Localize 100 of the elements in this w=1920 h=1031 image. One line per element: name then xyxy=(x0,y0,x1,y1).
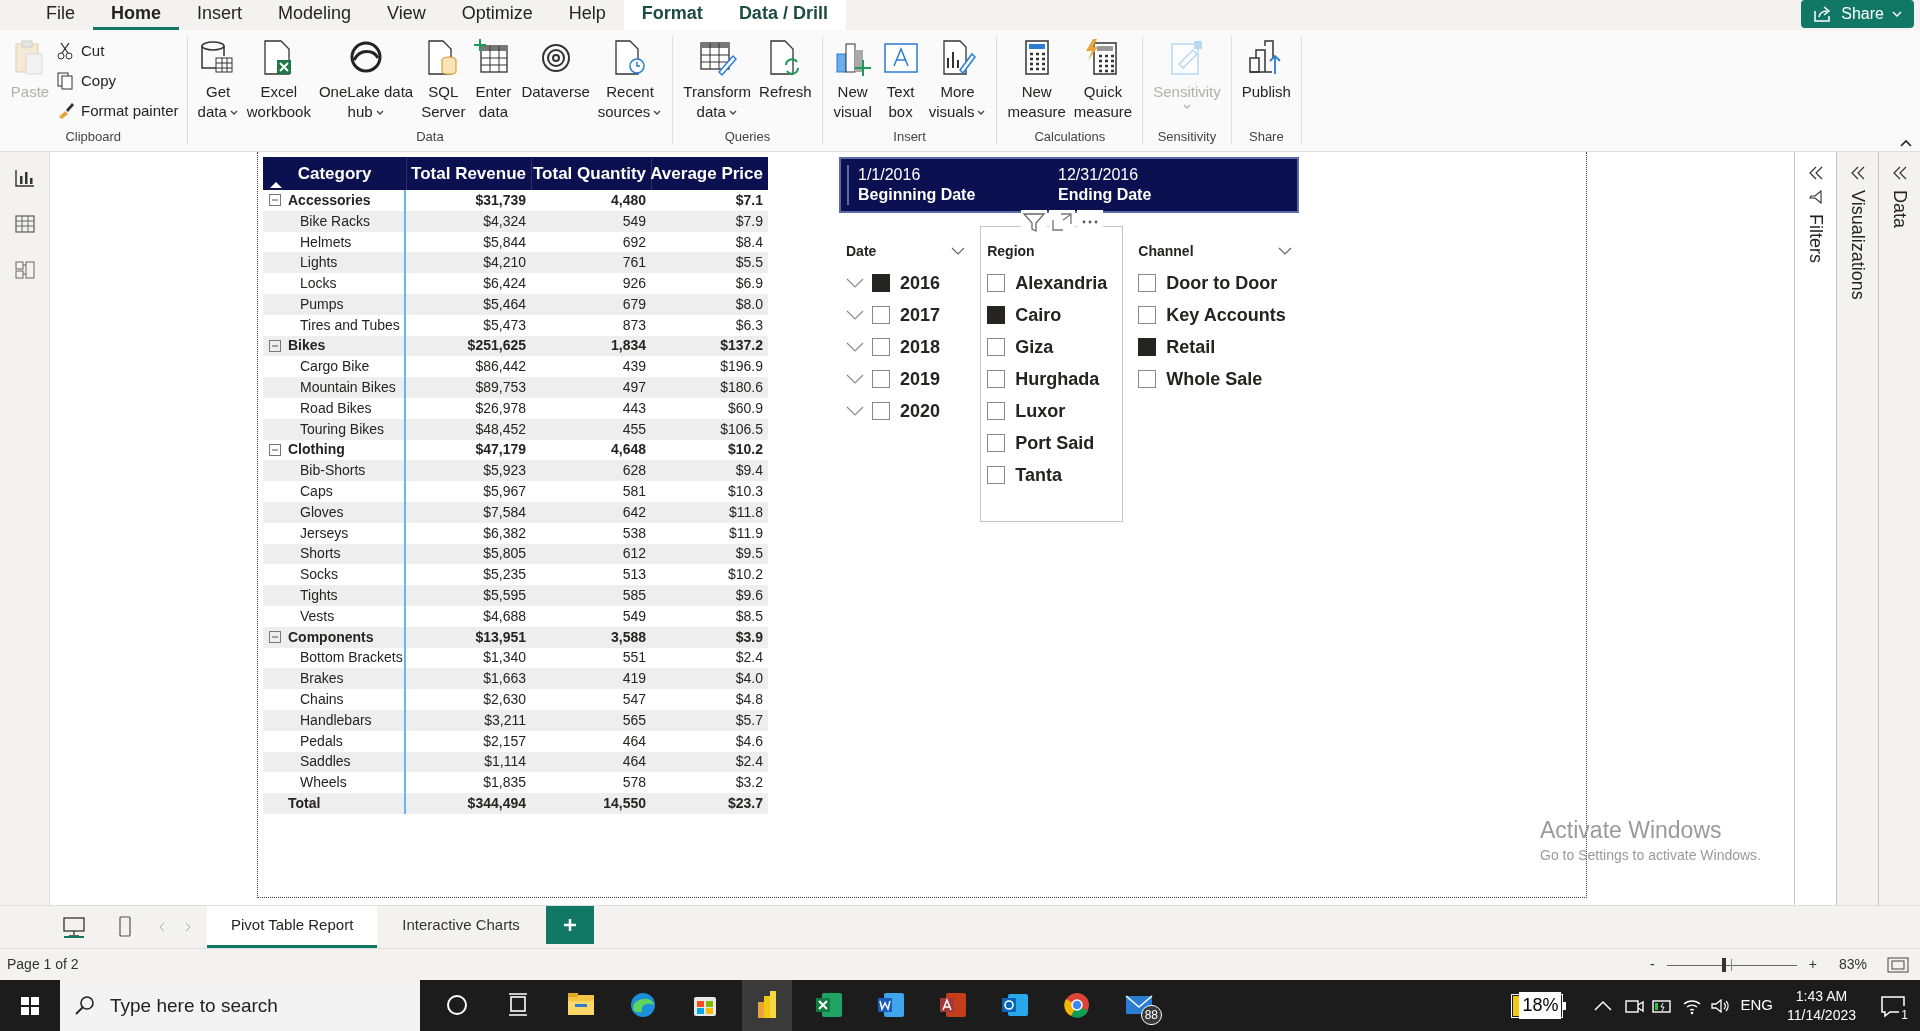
ribbon-button[interactable]: Publish xyxy=(1237,36,1295,102)
chevron-down-icon[interactable] xyxy=(846,405,864,417)
slicer-item-label[interactable]: Whole Sale xyxy=(1166,365,1263,393)
slicer-item-label[interactable]: Port Said xyxy=(1015,429,1095,457)
ribbon-button[interactable]: Format painter xyxy=(54,98,181,124)
checkbox[interactable] xyxy=(987,338,1006,356)
checkbox[interactable] xyxy=(1138,306,1157,324)
zoom-in-button[interactable]: + xyxy=(1802,954,1823,975)
menu-tab[interactable]: Help xyxy=(550,0,624,30)
checkbox[interactable] xyxy=(987,274,1006,292)
slicer-item-label[interactable]: Retail xyxy=(1166,333,1216,361)
ribbon-button[interactable]: Recent sources xyxy=(593,36,667,122)
share-button[interactable]: Share xyxy=(1801,0,1914,28)
slicer-item-label[interactable]: Luxor xyxy=(1015,397,1066,425)
ribbon-button[interactable]: New measure xyxy=(1003,36,1070,122)
checkbox[interactable] xyxy=(1138,338,1157,356)
slicer-item-label[interactable]: Hurghada xyxy=(1015,365,1100,393)
ribbon-button[interactable]: OneLake data hub xyxy=(314,36,418,122)
table-cell-text: 419 xyxy=(621,669,647,689)
chevron-down-icon[interactable] xyxy=(846,341,864,353)
desktop-layout-icon[interactable] xyxy=(62,916,86,938)
phone-layout-icon[interactable] xyxy=(118,916,132,938)
notification-icon[interactable] xyxy=(1880,993,1906,1018)
ribbon-button[interactable]: Text box xyxy=(876,36,925,122)
report-view-icon[interactable] xyxy=(13,168,36,188)
menu-tab[interactable]: Modeling xyxy=(260,0,370,30)
checkbox[interactable] xyxy=(1138,370,1157,388)
speaker-icon[interactable] xyxy=(1710,996,1731,1015)
collapse-icon[interactable] xyxy=(269,631,281,644)
collapse-icon[interactable] xyxy=(269,194,281,207)
slicer-item-label[interactable]: Alexandria xyxy=(1015,269,1108,297)
slicer-item-label[interactable]: Giza xyxy=(1015,333,1054,361)
slicer-item-label[interactable]: 2019 xyxy=(900,365,941,393)
ribbon-button[interactable]: Quick measure xyxy=(1069,36,1137,122)
slicer-item-label[interactable]: Tanta xyxy=(1015,461,1062,489)
ribbon-button[interactable]: New visual xyxy=(828,36,877,122)
zoom-thumb[interactable] xyxy=(1722,957,1727,972)
checkbox[interactable] xyxy=(872,274,890,292)
slicer-item-label[interactable]: 2017 xyxy=(900,301,941,329)
scissors-icon xyxy=(56,41,76,61)
ribbon-button[interactable]: SQL Server xyxy=(417,36,470,122)
chevron-down-icon[interactable] xyxy=(951,246,966,256)
checkbox[interactable] xyxy=(987,434,1006,452)
group-label: Clipboard xyxy=(64,128,123,145)
ribbon-button[interactable]: Enter data xyxy=(469,36,518,122)
checkbox[interactable] xyxy=(872,402,890,420)
language-indicator[interactable]: ENG xyxy=(1740,994,1773,1017)
collapse-icon[interactable] xyxy=(269,339,281,352)
checkbox[interactable] xyxy=(872,306,890,324)
column-header[interactable]: Category xyxy=(263,157,406,190)
menu-tab[interactable]: File xyxy=(28,0,93,30)
slicer-item-label[interactable]: Door to Door xyxy=(1166,269,1278,297)
chevron-down-icon[interactable] xyxy=(1278,246,1292,256)
slicer-item-label[interactable]: 2020 xyxy=(900,397,941,425)
menu-tab[interactable]: Format xyxy=(623,0,721,30)
ribbon-button[interactable]: Dataverse xyxy=(517,36,594,102)
ribbon-button[interactable]: Transform data xyxy=(679,36,756,122)
checkbox[interactable] xyxy=(872,370,890,388)
bar-chart-app-icon[interactable] xyxy=(742,980,792,1031)
slicer-item-label[interactable]: Cairo xyxy=(1015,301,1062,329)
ribbon-button[interactable]: Copy xyxy=(54,68,181,94)
ribbon-button[interactable]: More visuals xyxy=(924,36,991,122)
checkbox[interactable] xyxy=(987,306,1006,324)
zoom-out-button[interactable]: - xyxy=(1644,954,1661,975)
ribbon-button[interactable]: Refresh xyxy=(755,36,816,102)
checkbox[interactable] xyxy=(987,466,1006,484)
search-field[interactable]: Type here to search xyxy=(60,980,420,1031)
slicer-item-label[interactable]: Key Accounts xyxy=(1166,301,1286,329)
add-page-button[interactable] xyxy=(545,906,594,944)
ribbon-button[interactable]: Cut xyxy=(54,38,181,64)
chevron-down-icon[interactable] xyxy=(846,277,864,289)
collapse-icon[interactable] xyxy=(269,443,281,456)
table-cell-text: $5,923 xyxy=(482,461,527,481)
checkbox[interactable] xyxy=(987,370,1006,388)
table-cell-text: Bikes xyxy=(288,336,326,356)
table-cell-text: $11.9 xyxy=(728,523,764,543)
checkbox[interactable] xyxy=(872,338,890,356)
side-pane[interactable]: Visualizations xyxy=(1836,152,1878,905)
clock[interactable]: 1:43 AM 11/14/2023 xyxy=(1786,986,1856,1025)
slicer-item-label[interactable]: 2016 xyxy=(900,269,941,297)
menu-tab[interactable]: View xyxy=(369,0,444,30)
page-tab[interactable]: Pivot Table Report xyxy=(207,906,378,948)
chevron-up-icon[interactable] xyxy=(1594,999,1613,1012)
ribbon-button[interactable]: Get data xyxy=(193,36,243,122)
slicer-item-label[interactable]: 2018 xyxy=(900,333,941,361)
model-view-icon[interactable] xyxy=(13,260,36,280)
chevron-down-icon[interactable] xyxy=(846,309,864,321)
menu-tab[interactable]: Optimize xyxy=(443,0,551,30)
fit-to-page-icon[interactable] xyxy=(1887,956,1909,973)
ribbon-button[interactable]: Excel workbook xyxy=(242,36,315,122)
group-label: Sensitivity xyxy=(1156,128,1218,145)
side-pane[interactable]: Data xyxy=(1878,152,1920,905)
table-view-icon[interactable] xyxy=(13,214,36,234)
collapse-ribbon-icon[interactable] xyxy=(1900,139,1912,147)
table-cell-text: $5.7 xyxy=(734,710,764,730)
checkbox[interactable] xyxy=(1138,274,1157,292)
chevron-down-icon[interactable] xyxy=(846,373,864,385)
menu-tab[interactable]: Insert xyxy=(179,0,261,30)
menu-tab[interactable]: Data / Drill xyxy=(720,0,846,30)
checkbox[interactable] xyxy=(987,402,1006,420)
